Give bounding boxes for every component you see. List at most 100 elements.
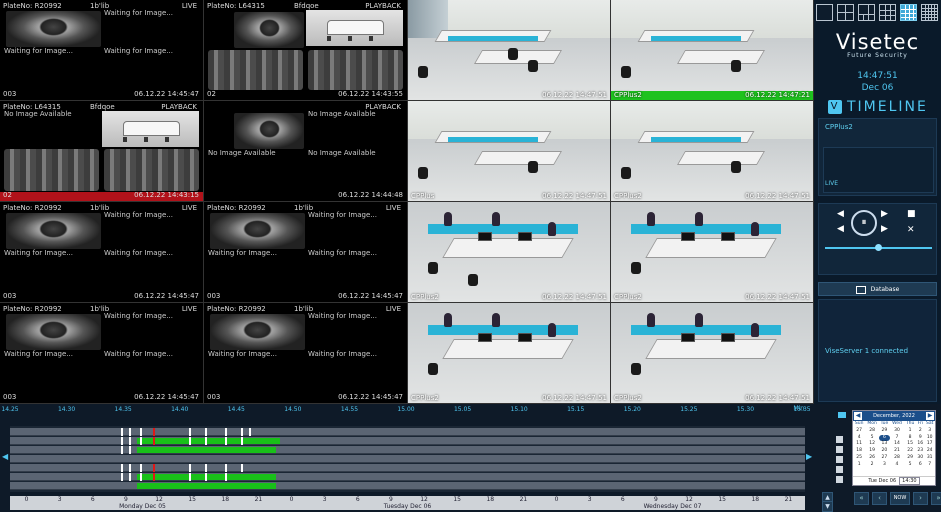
slider-knob[interactable] [875,244,882,251]
prev-button[interactable]: ‹ [872,492,887,505]
grid-icon[interactable] [836,476,843,483]
step-forward-icon[interactable]: ▶ [881,224,888,234]
first-button[interactable]: « [854,492,869,505]
calendar-day[interactable]: 2 [916,428,924,435]
last-button[interactable]: » [931,492,941,505]
layout-1x1-icon[interactable] [816,4,833,21]
alarm-marker[interactable] [153,437,156,445]
calendar-day[interactable]: 4 [890,462,904,469]
event-marker[interactable] [224,464,227,472]
event-marker[interactable] [204,428,207,436]
frame-back-icon[interactable]: ◀ [837,209,844,219]
grid-icon[interactable] [836,456,843,463]
calendar-day[interactable]: 3 [924,428,935,435]
zoom-icon[interactable] [838,412,846,418]
event-marker[interactable] [139,428,142,436]
event-marker[interactable] [121,446,124,454]
calendar-day[interactable]: 27 [853,428,865,435]
calendar-day[interactable]: 20 [879,448,890,455]
event-marker[interactable] [188,437,191,445]
calendar-day[interactable]: 28 [890,455,904,462]
alarm-marker[interactable] [153,473,156,481]
step-back-icon[interactable]: ◀ [837,224,844,234]
timeline-lane[interactable] [10,464,805,472]
calendar-day[interactable]: 1 [904,428,916,435]
event-marker[interactable] [121,437,124,445]
stop-icon[interactable]: ■ [907,209,916,219]
event-marker[interactable] [204,464,207,472]
event-marker[interactable] [204,473,207,481]
calendar-day[interactable]: 31 [924,455,935,462]
calendar-day[interactable]: 18 [853,448,865,455]
event-marker[interactable] [248,428,251,436]
event-marker[interactable] [129,446,132,454]
camera-view[interactable]: CPPlus2 06.12.22 14:47:51 [611,101,814,202]
timeline-lane[interactable] [10,455,805,463]
recording-segment[interactable] [137,483,277,489]
playback-speed-slider[interactable] [825,244,932,251]
calendar-day[interactable]: 19 [865,448,879,455]
event-marker[interactable] [129,464,132,472]
timeline-lane[interactable] [10,437,805,445]
anpr-tile[interactable]: PlateNo: L64315 Bfdqoe PLAYBACK 02 06.12… [204,0,408,101]
zoom-out-icon[interactable]: ▼ [822,501,833,512]
calendar-day[interactable]: 5 [904,462,916,469]
anpr-tile[interactable]: PlateNo: R20992 1b'lib LIVE Waiting for … [0,0,204,101]
camera-view[interactable]: CPPlus2 06.12.22 14:47:51 [408,202,611,303]
calendar-day[interactable]: 25 [853,455,865,462]
event-marker[interactable] [240,428,243,436]
event-marker[interactable] [188,428,191,436]
calendar-day[interactable]: 30 [890,428,904,435]
calendar-day[interactable]: 1 [853,462,865,469]
layout-2x2-icon[interactable] [837,4,854,21]
anpr-tile[interactable]: PlateNo: R20992 1b'lib LIVE Waiting for … [204,202,408,303]
recording-segment[interactable] [137,447,277,453]
grid-icon[interactable] [836,446,843,453]
anpr-tile[interactable]: PlateNo: R20992 1b'lib LIVE Waiting for … [0,202,204,303]
event-marker[interactable] [129,428,132,436]
calendar-day[interactable]: 27 [879,455,890,462]
calendar-day[interactable]: 22 [904,448,916,455]
scroll-right-icon[interactable]: ▶ [806,452,812,461]
event-marker[interactable] [139,464,142,472]
calendar-day[interactable]: 6 [916,462,924,469]
anpr-tile[interactable]: PlateNo: L64315 Bfdqoe PLAYBACK No Image… [0,101,204,202]
now-button[interactable]: NOW [890,492,910,505]
calendar-day[interactable]: 29 [879,428,890,435]
timeline-ruler[interactable]: 14.25 14.30 14.35 14.40 14.45 14.50 14.55 15.00… [1,406,810,422]
event-marker[interactable] [224,473,227,481]
timeline-lane[interactable] [10,446,805,454]
camera-view[interactable]: CPPlus2 06.12.22 14:47:51 [408,303,611,404]
calendar-day[interactable]: 24 [924,448,935,455]
next-month-icon[interactable]: ▶ [926,412,934,420]
event-marker[interactable] [224,437,227,445]
frame-forward-icon[interactable]: ▶ [881,209,888,219]
camera-view[interactable]: CPPlus2 06.12.22 14:47:51 [611,303,814,404]
event-marker[interactable] [240,437,243,445]
event-marker[interactable] [121,428,124,436]
calendar-day[interactable]: 2 [865,462,879,469]
event-marker[interactable] [129,437,132,445]
camera-view[interactable]: CPPlus 06.12.22 14:47:51 [408,101,611,202]
grid-icon[interactable] [836,466,843,473]
layout-3x3-icon[interactable] [879,4,896,21]
timeline-lane[interactable] [10,473,805,481]
event-marker[interactable] [129,473,132,481]
database-button[interactable]: Database [818,282,937,296]
camera-view[interactable]: 06.12.22 14:47:51 [408,0,611,101]
event-marker[interactable] [139,473,142,481]
layout-1plus5-icon[interactable] [858,4,875,21]
grid-icon[interactable] [836,436,843,443]
event-marker[interactable] [121,464,124,472]
next-button[interactable]: › [913,492,928,505]
event-marker[interactable] [121,473,124,481]
date-picker[interactable]: ◀ December, 2022 ▶ Sun Mon Tue Wed Thu Fri Sat… [852,410,936,486]
day-ruler[interactable]: 0 3 6 9 12 15 18 21 0 3 6 9 12 15 18 21 0 3 6 9 12 15 18 21 Mond… [10,496,805,510]
calendar-day[interactable]: 3 [879,462,890,469]
event-marker[interactable] [188,473,191,481]
prev-month-icon[interactable]: ◀ [854,412,862,420]
anpr-tile[interactable]: PlateNo: R20992 1b'lib LIVE Waiting for … [204,303,408,404]
event-marker[interactable] [139,437,142,445]
pause-button[interactable]: ⏸ [851,210,877,236]
timeline-lanes[interactable] [10,426,805,492]
